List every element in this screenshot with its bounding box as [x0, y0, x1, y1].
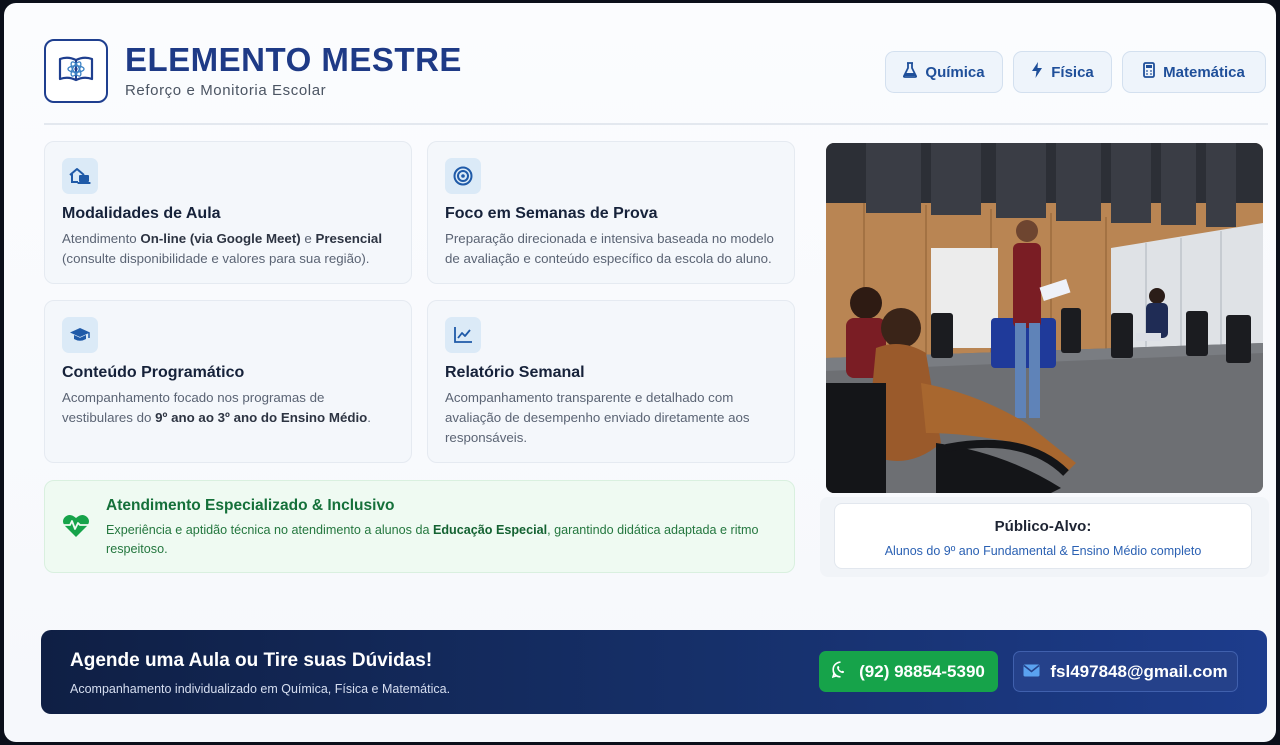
feature-card-relatorio: Relatório Semanal Acompanhamento transpa… — [427, 300, 795, 463]
page-card: ELEMENTO MESTRE Reforço e Monitoria Esco… — [4, 3, 1276, 742]
email-address: fsl497848@gmail.com — [1050, 661, 1228, 681]
feature-description: Preparação direcionada e intensiva basea… — [445, 231, 774, 266]
open-book-atom-icon — [57, 54, 95, 89]
feature-title: Conteúdo Programático — [62, 364, 245, 381]
heart-pulse-icon — [62, 513, 90, 543]
feature-card-semanas-prova: Foco em Semanas de Prova Preparação dire… — [427, 141, 795, 284]
subject-button-matematica[interactable]: Matemática — [1122, 51, 1266, 93]
subject-button-fisica[interactable]: Física — [1013, 51, 1112, 93]
chart-line-icon — [445, 317, 481, 353]
calculator-icon — [1143, 62, 1156, 82]
feature-title: Relatório Semanal — [445, 364, 585, 381]
whatsapp-button[interactable]: (92) 98854-5390 — [819, 651, 998, 692]
subject-button-quimica[interactable]: Química — [885, 51, 1003, 93]
feature-card-conteudo: Conteúdo Programático Acompanhamento foc… — [44, 300, 412, 463]
inclusive-title: Atendimento Especializado & Inclusivo — [106, 497, 395, 514]
cta-title: Agende uma Aula ou Tire suas Dúvidas! — [70, 650, 433, 671]
email-button[interactable]: fsl497848@gmail.com — [1013, 651, 1238, 692]
logo — [44, 39, 108, 103]
feature-card-modalidades: Modalidades de Aula Atendimento On-line … — [44, 141, 412, 284]
feature-description: Atendimento On-line (via Google Meet) e … — [62, 231, 383, 266]
classroom-photo — [826, 143, 1263, 493]
audience-title: Público-Alvo: — [994, 518, 1092, 535]
audience-text: Alunos do 9º ano Fundamental & Ensino Mé… — [884, 544, 1202, 558]
feature-title: Modalidades de Aula — [62, 205, 221, 222]
target-icon — [445, 158, 481, 194]
subject-label: Matemática — [1163, 63, 1245, 81]
envelope-icon — [1023, 662, 1040, 682]
brand-title: ELEMENTO MESTRE — [125, 41, 462, 78]
feature-title: Foco em Semanas de Prova — [445, 205, 658, 222]
graduation-cap-icon — [62, 317, 98, 353]
inclusive-description: Experiência e aptidão técnica no atendim… — [106, 523, 759, 556]
brand-subtitle: Reforço e Monitoria Escolar — [125, 82, 327, 99]
phone-number: (92) 98854-5390 — [859, 661, 985, 681]
subject-label: Física — [1051, 63, 1094, 81]
header-divider — [44, 123, 1268, 125]
whatsapp-icon — [831, 660, 849, 683]
lightning-icon — [1031, 62, 1043, 82]
flask-icon — [903, 62, 918, 82]
audience-card: Público-Alvo: Alunos do 9º ano Fundament… — [834, 503, 1252, 569]
subject-label: Química — [925, 63, 985, 81]
feature-description: Acompanhamento focado nos programas de v… — [62, 390, 371, 425]
cta-subtitle: Acompanhamento individualizado em Químic… — [70, 682, 451, 696]
feature-description: Acompanhamento transparente e detalhado … — [445, 390, 750, 445]
inclusive-banner: Atendimento Especializado & Inclusivo Ex… — [44, 480, 795, 573]
cta-banner: Agende uma Aula ou Tire suas Dúvidas! Ac… — [41, 630, 1267, 714]
home-laptop-icon — [62, 158, 98, 194]
